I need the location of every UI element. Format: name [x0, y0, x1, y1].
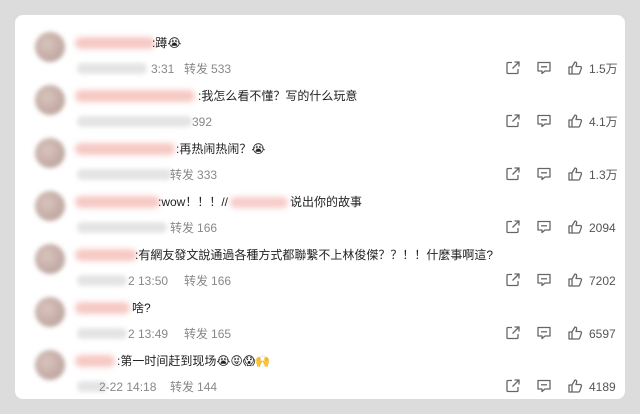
username-blurred[interactable]: [75, 302, 130, 314]
username-blurred[interactable]: [75, 143, 175, 155]
repost-info: 转发 166: [184, 273, 231, 289]
comment-list-card: :蹲😭 3:31 转发 533 1.5万 :我怎么看不懂？写的什么玩意 392 4…: [15, 15, 625, 399]
comment-row: :wow！！！//说出你的故事 转发 166 2094: [15, 182, 625, 235]
repost-label: 转发: [184, 274, 209, 288]
share-icon[interactable]: [505, 113, 521, 129]
comment-text: :蹲😭: [152, 36, 182, 50]
comment-text: :我怎么看不懂？写的什么玩意: [198, 89, 358, 103]
comment-row: :蹲😭 3:31 转发 533 1.5万: [15, 23, 625, 76]
comment-icon[interactable]: [536, 219, 552, 235]
avatar[interactable]: [35, 350, 65, 380]
comment-text: 啥?: [132, 301, 151, 315]
repost-info: 转发 165: [184, 326, 231, 342]
avatar[interactable]: [35, 191, 65, 221]
comment-icon[interactable]: [536, 325, 552, 341]
repost-count: 166: [211, 274, 232, 288]
share-icon[interactable]: [505, 166, 521, 182]
comment-icon[interactable]: [536, 166, 552, 182]
repost-info: 392: [192, 114, 212, 130]
username-blurred[interactable]: [75, 249, 137, 261]
timestamp: 2 13:49: [128, 327, 169, 341]
repost-count: 533: [211, 62, 232, 76]
comment-text: :再热闹热闹？😭: [176, 142, 266, 156]
crying-emoji-icon: 😭: [251, 142, 266, 156]
like-count: 1.5万: [589, 62, 618, 76]
time-blurred: [77, 116, 192, 127]
like-count: 1.3万: [589, 168, 618, 182]
timestamp: 2 13:50: [128, 274, 169, 288]
thumbs-up-icon[interactable]: [567, 60, 583, 76]
repost-count: 165: [211, 327, 232, 341]
time-blurred: [77, 169, 172, 180]
avatar[interactable]: [35, 244, 65, 274]
username-blurred[interactable]: [75, 37, 155, 49]
comment-row: 啥? 2 13:49 转发 165 6597: [15, 288, 625, 341]
comment-row: :我怎么看不懂？写的什么玩意 392 4.1万: [15, 76, 625, 129]
avatar[interactable]: [35, 138, 65, 168]
username-blurred[interactable]: [75, 355, 115, 367]
crying-emoji-icon: 😭: [167, 36, 182, 50]
emoji-group-icon: 😭😝😱🙌: [216, 354, 271, 368]
like-count: 4189: [589, 380, 616, 394]
like-count: 2094: [589, 221, 616, 235]
mention-blurred[interactable]: [230, 197, 289, 209]
repost-count: 144: [197, 380, 218, 394]
avatar[interactable]: [35, 85, 65, 115]
share-icon[interactable]: [505, 219, 521, 235]
time-blurred: [77, 222, 167, 233]
thumbs-up-icon[interactable]: [567, 113, 583, 129]
repost-info: 转发 166: [170, 220, 217, 236]
avatar[interactable]: [35, 32, 65, 62]
share-icon[interactable]: [505, 272, 521, 288]
thumbs-up-icon[interactable]: [567, 166, 583, 182]
comment-text: :wow！！！//说出你的故事: [158, 195, 363, 209]
timestamp: 2-22 14:18: [99, 380, 157, 394]
repost-count: 333: [197, 168, 218, 182]
thumbs-up-icon[interactable]: [567, 378, 583, 394]
thumbs-up-icon[interactable]: [567, 219, 583, 235]
comment-icon[interactable]: [536, 272, 552, 288]
share-icon[interactable]: [505, 378, 521, 394]
repost-info: 转发 333: [170, 167, 217, 183]
repost-label: 转发: [170, 380, 195, 394]
comment-text: :第一时间赶到现场😭😝😱🙌: [117, 354, 271, 368]
avatar[interactable]: [35, 297, 65, 327]
comment-meta: 2 13:50: [128, 273, 168, 289]
repost-count: 392: [192, 115, 213, 129]
like-count: 7202: [589, 274, 616, 288]
like-count: 4.1万: [589, 115, 618, 129]
repost-label: 转发: [170, 221, 195, 235]
username-blurred[interactable]: [75, 90, 195, 102]
comment-icon[interactable]: [536, 378, 552, 394]
comment-row: :有網友發文說通過各種方式都聯繫不上林俊傑？？！！什麼事啊這? 2 13:50 …: [15, 235, 625, 288]
comment-row: :再热闹热闹？😭 转发 333 1.3万: [15, 129, 625, 182]
repost-info: 转发 144: [170, 379, 217, 395]
thumbs-up-icon[interactable]: [567, 325, 583, 341]
username-blurred[interactable]: [75, 196, 160, 208]
like-count: 6597: [589, 327, 616, 341]
comment-text: :有網友發文說通過各種方式都聯繫不上林俊傑？？！！什麼事啊這?: [135, 248, 494, 262]
share-icon[interactable]: [505, 60, 521, 76]
comment-meta: 3:31: [151, 61, 174, 77]
repost-label: 转发: [184, 62, 209, 76]
comment-icon[interactable]: [536, 60, 552, 76]
time-blurred: [77, 63, 147, 74]
comment-meta: 2-22 14:18: [99, 379, 156, 395]
timestamp: 3:31: [151, 62, 175, 76]
comment-row: :第一时间赶到现场😭😝😱🙌 2-22 14:18 转发 144 4189: [15, 341, 625, 394]
repost-label: 转发: [184, 327, 209, 341]
repost-count: 166: [197, 221, 218, 235]
time-blurred: [77, 275, 127, 286]
comment-icon[interactable]: [536, 113, 552, 129]
time-blurred: [77, 328, 127, 339]
repost-label: 转发: [170, 168, 195, 182]
comment-meta: 2 13:49: [128, 326, 168, 342]
share-icon[interactable]: [505, 325, 521, 341]
thumbs-up-icon[interactable]: [567, 272, 583, 288]
repost-info: 转发 533: [184, 61, 231, 77]
